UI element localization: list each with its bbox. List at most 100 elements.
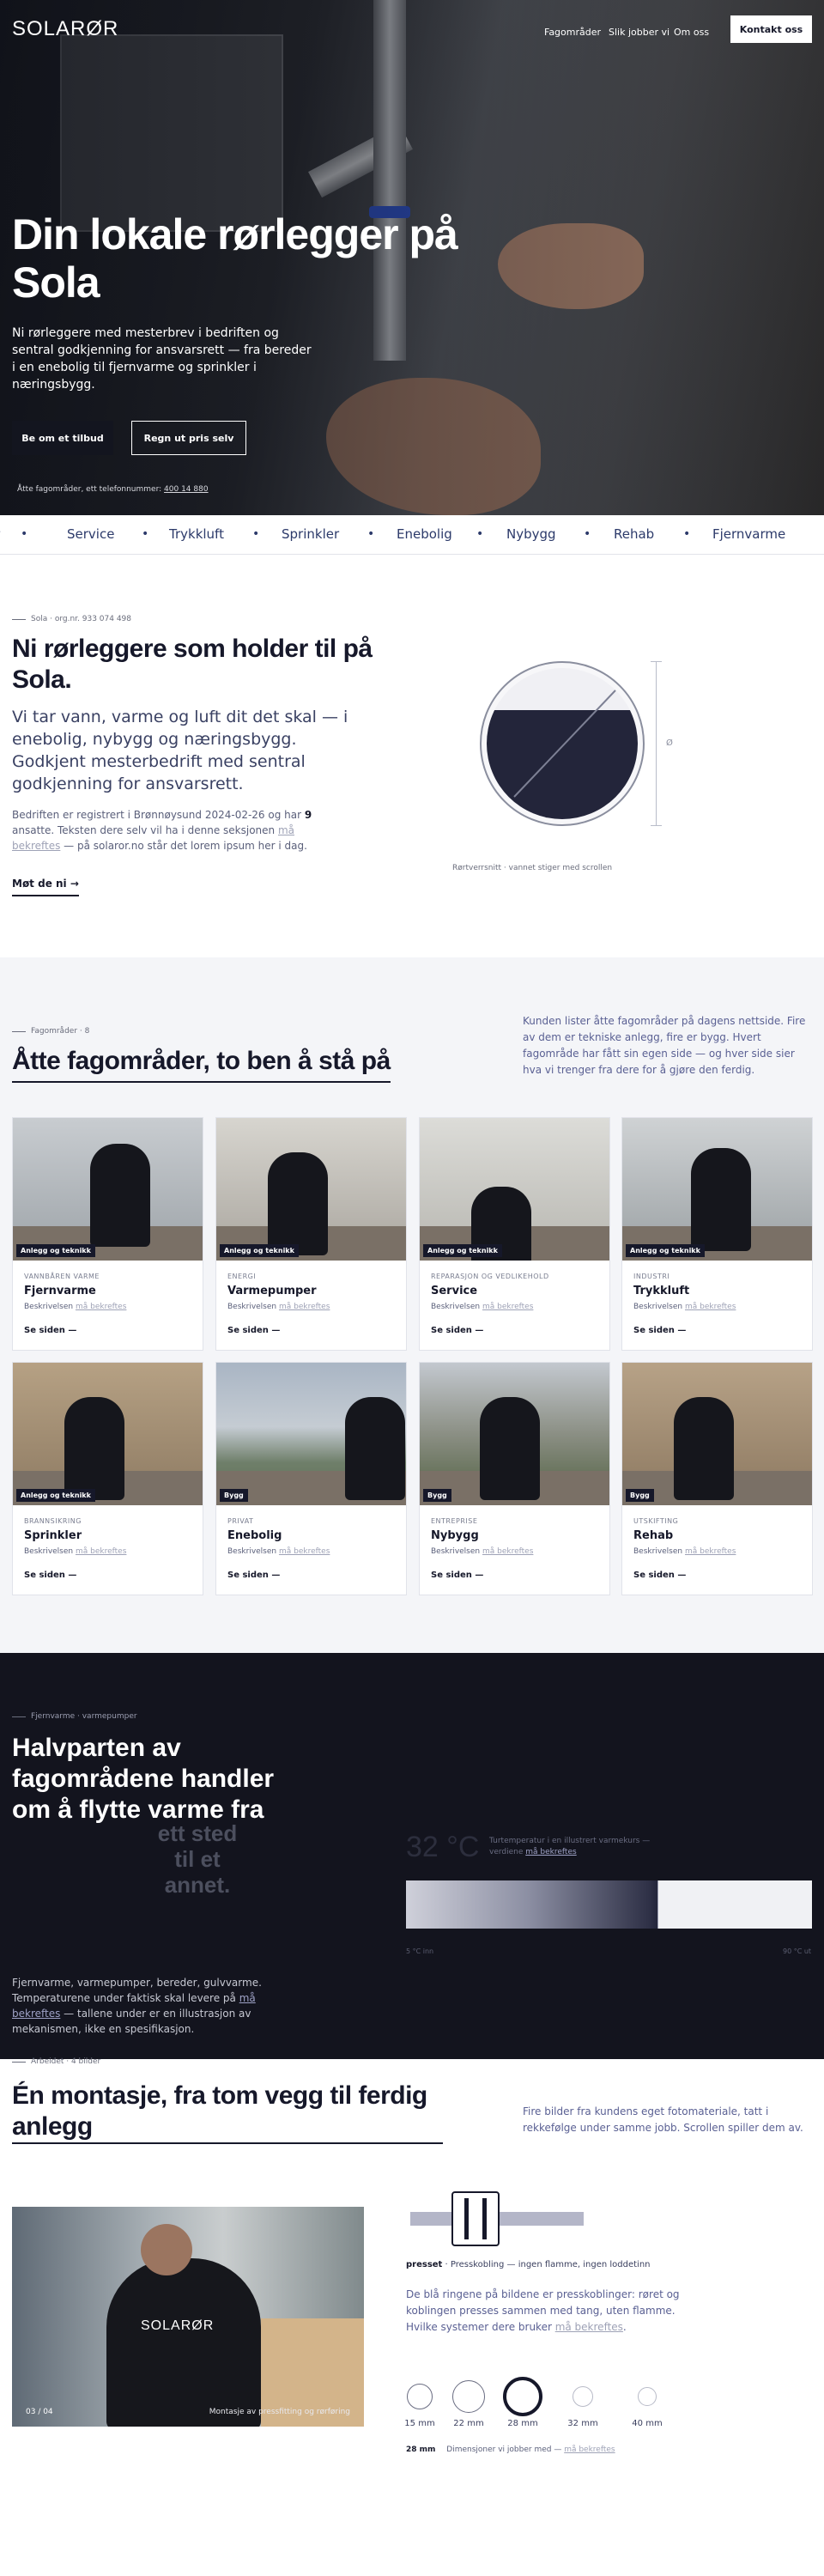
ruler-tick xyxy=(651,661,662,662)
nav: Fagområder xyxy=(544,22,601,39)
about-body: Bedriften er registrert i Brønnøysund 20… xyxy=(12,807,338,854)
card-category: ENTREPRISE xyxy=(431,1517,478,1525)
to-be-confirmed-link[interactable]: må bekreftes xyxy=(279,1303,330,1311)
to-be-confirmed-link[interactable]: må bekreftes xyxy=(482,1547,533,1556)
title-underline xyxy=(12,2142,443,2144)
fitting-body: De blå ringene på bildene er presskoblin… xyxy=(406,2288,680,2333)
dimension-label: 32 mm xyxy=(567,2419,598,2428)
to-be-confirmed-link[interactable]: må bekreftes xyxy=(76,1303,126,1311)
card-title: Varmepumper xyxy=(227,1285,317,1297)
marquee-item: Rehab xyxy=(614,526,655,542)
card-link[interactable]: Se siden — xyxy=(633,1326,686,1335)
card-description-label: Beskrivelsen xyxy=(24,1547,74,1556)
fag-title: Åtte fagområder, to ben å stå på xyxy=(12,1047,391,1083)
card-link[interactable]: Se siden — xyxy=(227,1571,280,1580)
nav-item-fagomrader[interactable]: Fagområder xyxy=(544,27,601,38)
card-link[interactable]: Se siden — xyxy=(431,1571,483,1580)
heat-eyebrow: Fjernvarme · varmepumper xyxy=(12,1712,137,1721)
logo[interactable]: SOLARØR xyxy=(12,17,118,41)
fag-card-enebolig[interactable]: Bygg PRIVAT Enebolig Beskrivelsen må bekref… xyxy=(215,1362,407,1595)
card-image: Anlegg og teknikk xyxy=(13,1363,203,1505)
photo-counter: 03 / 04 xyxy=(26,2408,53,2416)
marquee-item: Service xyxy=(67,526,115,542)
dimension-option-28mm[interactable] xyxy=(503,2377,542,2416)
to-be-confirmed-link[interactable]: må bekreftes xyxy=(685,1547,736,1556)
fag-card-rehab[interactable]: Bygg UTSKIFTING Rehab Beskrivelsen må bekre… xyxy=(621,1362,813,1595)
card-link[interactable]: Se siden — xyxy=(431,1326,483,1335)
montasje-description: Fire bilder fra kundens eget fotomateria… xyxy=(523,2105,803,2134)
to-be-confirmed-link[interactable]: må bekreftes xyxy=(555,2321,623,2333)
employee-count: 9 xyxy=(304,809,312,821)
dimension-option-32mm[interactable] xyxy=(573,2386,593,2407)
card-category: INDUSTRI xyxy=(633,1273,670,1280)
service-marquee: r • Service • Trykkluft • Sprinkler • En… xyxy=(0,515,824,555)
about-body-text: — på solaror.no står det lorem ipsum her… xyxy=(60,840,307,852)
dimension-option-22mm[interactable] xyxy=(452,2380,485,2413)
pipe-diameter-line xyxy=(513,690,616,798)
card-category: UTSKIFTING xyxy=(633,1517,679,1525)
to-be-confirmed-link[interactable]: må bekreftes xyxy=(279,1547,330,1556)
card-image-worker xyxy=(674,1397,734,1500)
phone-link[interactable]: 400 14 880 xyxy=(164,485,209,494)
dimension-note-text: Dimensjoner vi jobber med — xyxy=(446,2445,565,2454)
card-description-label: Beskrivelsen xyxy=(633,1303,683,1311)
to-be-confirmed-link[interactable]: må bekreftes xyxy=(564,2445,615,2454)
heat-body-text: Fjernvarme, varmepumper, bereder, gulvva… xyxy=(12,1977,262,2004)
fag-card-trykkluft[interactable]: Anlegg og teknikk INDUSTRI Trykkluft Beskri… xyxy=(621,1117,813,1351)
card-title: Enebolig xyxy=(227,1529,282,1542)
about-lead: Vi tar vann, varme og luft dit det skal … xyxy=(12,708,348,793)
fag-card-nybygg[interactable]: Bygg ENTREPRISE Nybygg Beskrivelsen må bekr… xyxy=(419,1362,610,1595)
nav-item-slik-jobber-vi[interactable]: Slik jobber vi xyxy=(609,27,670,38)
card-link[interactable]: Se siden — xyxy=(24,1571,76,1580)
fag-card-varmepumper[interactable]: Anlegg og teknikk ENERGI Varmepumper Beskri… xyxy=(215,1117,407,1351)
fitting-tag-text: · Presskobling — ingen flamme, ingen lod… xyxy=(442,2260,651,2269)
diameter-label: Ø xyxy=(666,738,673,748)
to-be-confirmed-link[interactable]: må bekreftes xyxy=(76,1547,126,1556)
contact-button[interactable]: Kontakt oss xyxy=(730,15,812,43)
to-be-confirmed-link[interactable]: må bekreftes xyxy=(685,1303,736,1311)
card-image-worker xyxy=(480,1397,540,1500)
card-link[interactable]: Se siden — xyxy=(24,1326,76,1335)
card-link[interactable]: Se siden — xyxy=(633,1571,686,1580)
temperature-marker xyxy=(657,1880,658,1929)
fitting-body-text: De blå ringene på bildene er presskoblin… xyxy=(406,2288,680,2333)
to-be-confirmed-link[interactable]: må bekreftes xyxy=(525,1848,576,1856)
card-description-label: Beskrivelsen xyxy=(227,1303,277,1311)
card-description: Beskrivelsen må bekreftes xyxy=(24,1547,126,1556)
card-image: Anlegg og teknikk xyxy=(216,1118,406,1261)
fitting-tag-label: presset xyxy=(406,2260,443,2269)
scale-max-label: 90 °C ut xyxy=(783,1947,812,1955)
to-be-confirmed-link[interactable]: må bekreftes xyxy=(482,1303,533,1311)
card-description-label: Beskrivelsen xyxy=(24,1303,74,1311)
marquee-item: Nybygg xyxy=(506,526,556,542)
card-category: PRIVAT xyxy=(227,1517,254,1525)
card-link[interactable]: Se siden — xyxy=(227,1326,280,1335)
card-image-worker xyxy=(90,1144,150,1247)
card-title: Trykkluft xyxy=(633,1285,690,1297)
dimension-label: 22 mm xyxy=(453,2419,484,2428)
dimension-option-40mm[interactable] xyxy=(638,2387,657,2406)
meet-team-link[interactable]: Møt de ni → xyxy=(12,878,79,896)
fag-card-service[interactable]: Anlegg og teknikk REPARASJON OG VEDLIKEHO… xyxy=(419,1117,610,1351)
photo-caption: Montasje av pressfitting og rørføring xyxy=(209,2408,350,2416)
card-image: Bygg xyxy=(622,1363,812,1505)
hero-note-text: Åtte fagområder, ett telefonnummer: xyxy=(17,485,162,494)
fag-card-sprinkler[interactable]: Anlegg og teknikk BRANNSIKRING Sprinkler Be… xyxy=(12,1362,203,1595)
card-category: VANNBÅREN VARME xyxy=(24,1273,100,1280)
press-ring-mark xyxy=(464,2198,469,2239)
card-badge: Anlegg og teknikk xyxy=(626,1244,705,1257)
price-calculator-button[interactable]: Regn ut pris selv xyxy=(131,421,246,455)
dimension-option-15mm[interactable] xyxy=(407,2384,433,2409)
request-quote-button[interactable]: Be om et tilbud xyxy=(12,421,113,455)
card-category: REPARASJON OG VEDLIKEHOLD xyxy=(431,1273,549,1280)
diagram-caption: Rørtverrsnitt · vannet stiger med scroll… xyxy=(452,864,613,872)
marquee-item: Enebolig xyxy=(397,526,452,542)
temperature-gradient-bar xyxy=(406,1880,812,1929)
dimension-label: 28 mm xyxy=(507,2419,538,2428)
fag-card-fjernvarme[interactable]: Anlegg og teknikk VANNBÅREN VARME Fjernvar… xyxy=(12,1117,203,1351)
nav-item-om-oss[interactable]: Om oss xyxy=(674,27,709,38)
diameter-ruler xyxy=(656,661,657,826)
dimension-label: 40 mm xyxy=(632,2419,663,2428)
installation-photo[interactable]: SOLARØR 03 / 04 Montasje av pressfitting… xyxy=(12,2207,364,2427)
card-description: Beskrivelsen må bekreftes xyxy=(431,1303,533,1311)
